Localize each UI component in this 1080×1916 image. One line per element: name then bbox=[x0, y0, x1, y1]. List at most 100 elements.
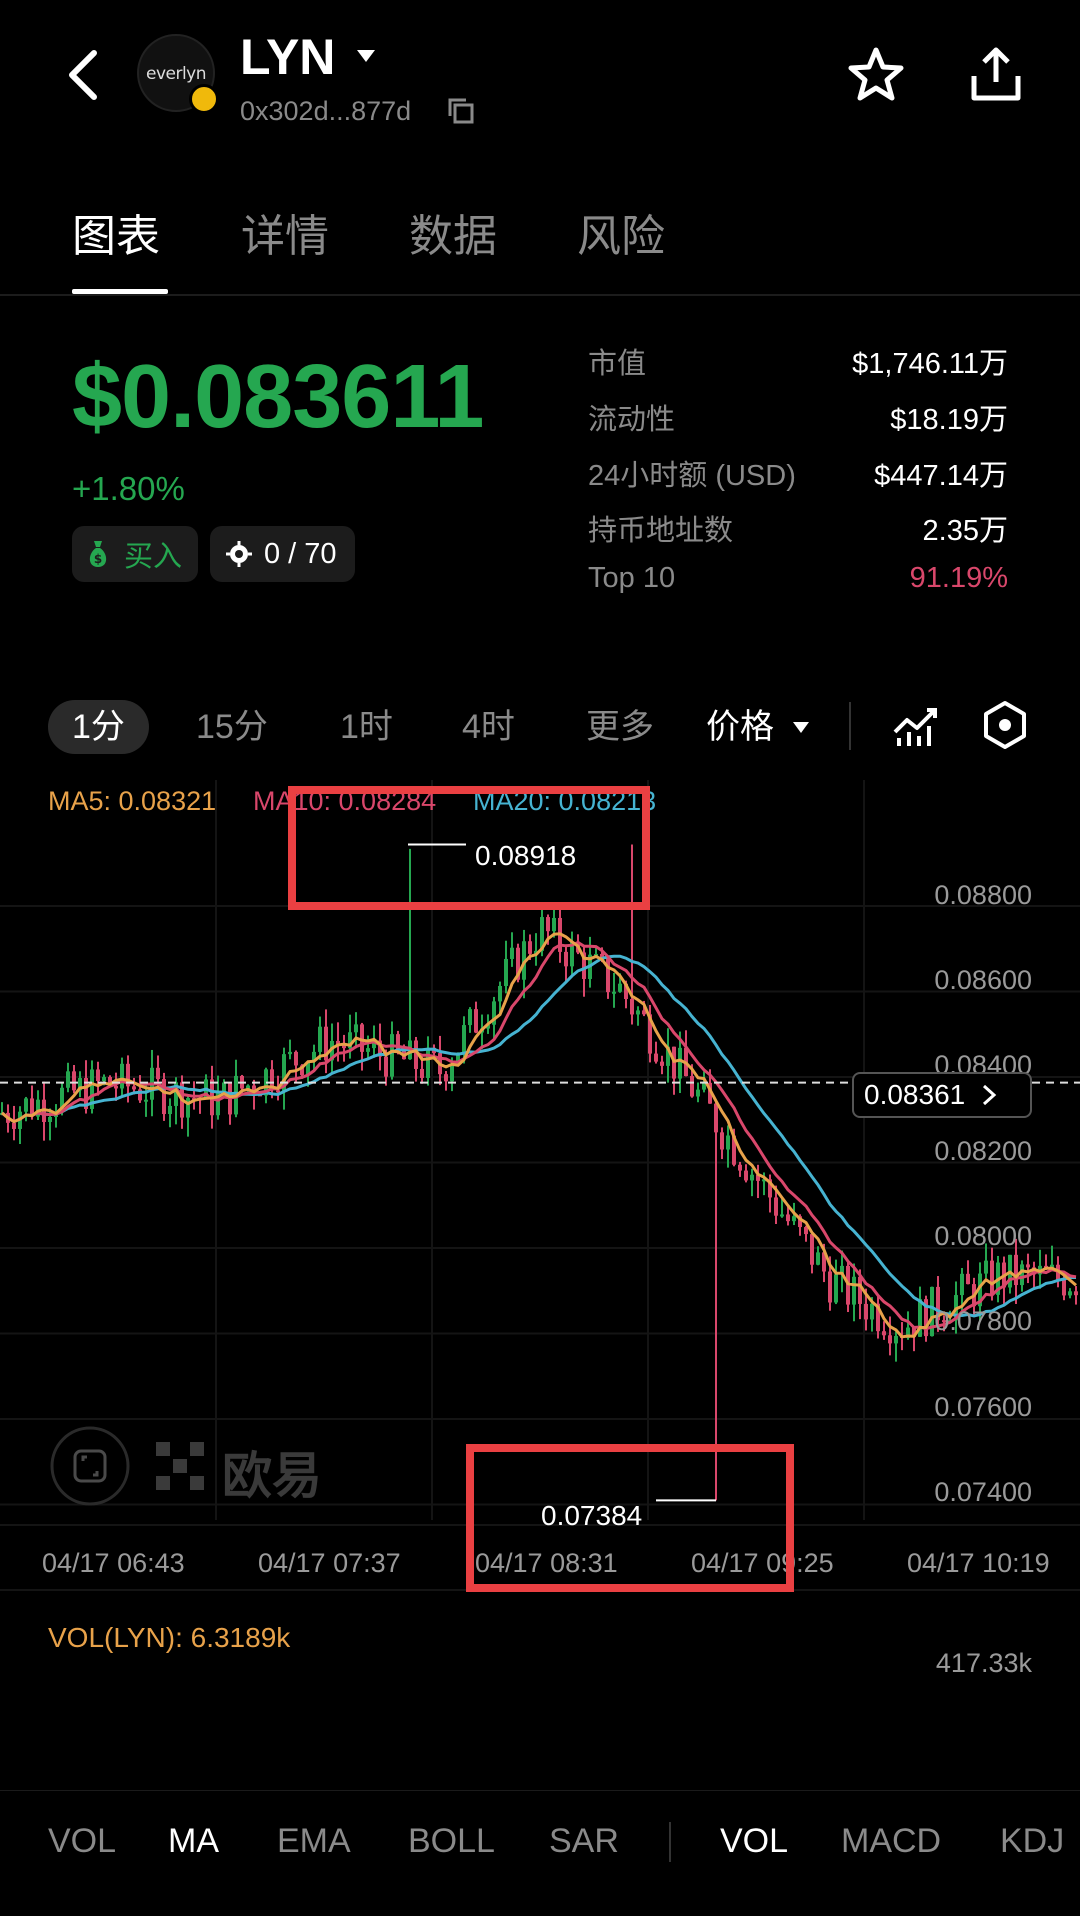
candle-body bbox=[474, 1009, 478, 1033]
current-price-marker-value: 0.08361 bbox=[864, 1079, 966, 1110]
share-icon[interactable] bbox=[966, 42, 1026, 104]
candle-body bbox=[834, 1274, 838, 1303]
stat-label-24h-volume: 24小时额 (USD) bbox=[588, 460, 796, 492]
current-price-marker[interactable]: 0.08361 bbox=[852, 1072, 1032, 1118]
interval-more[interactable]: 更多 bbox=[586, 700, 654, 754]
fullscreen-icon[interactable] bbox=[50, 1426, 166, 1506]
interval-15m[interactable]: 15分 bbox=[196, 700, 268, 754]
candle-body bbox=[66, 1071, 70, 1088]
back-icon[interactable] bbox=[60, 45, 108, 105]
candle-body bbox=[318, 1026, 322, 1052]
candle-body bbox=[864, 1303, 868, 1320]
candle-body bbox=[654, 1053, 658, 1062]
highlight-box-low bbox=[466, 1444, 794, 1592]
candle-body bbox=[1020, 1264, 1024, 1286]
candle-body bbox=[162, 1079, 166, 1115]
volume-max: 417.33k bbox=[935, 1648, 1032, 1678]
candle-body bbox=[990, 1260, 994, 1295]
tab-chart[interactable]: 图表 bbox=[72, 200, 160, 264]
caret-down-icon[interactable] bbox=[355, 48, 377, 64]
indicator-vol[interactable]: VOL bbox=[48, 1822, 116, 1861]
candle-body bbox=[870, 1303, 874, 1320]
candle-body bbox=[48, 1117, 52, 1122]
interval-1h[interactable]: 1时 bbox=[340, 700, 393, 754]
star-icon[interactable] bbox=[846, 45, 906, 105]
indicator-sar[interactable]: SAR bbox=[549, 1822, 619, 1861]
y-tick-label: 0.08200 bbox=[934, 1136, 1032, 1166]
candle-body bbox=[720, 1132, 724, 1150]
candle-body bbox=[498, 986, 502, 1002]
ma5-line bbox=[1, 932, 1077, 1339]
candle-body bbox=[450, 1065, 454, 1082]
stat-value-top10: 91.19% bbox=[909, 562, 1008, 594]
candle-body bbox=[354, 1024, 358, 1033]
watermark-text: 欧易 bbox=[222, 1448, 322, 1504]
chevron-right-icon bbox=[983, 1084, 997, 1106]
candle-body bbox=[984, 1260, 988, 1274]
price-change: +1.80% bbox=[72, 470, 185, 507]
bnb-chain-icon bbox=[189, 84, 219, 114]
price-type-dropdown[interactable]: 价格 bbox=[706, 700, 774, 754]
indicator-chart-icon[interactable] bbox=[893, 702, 939, 748]
candle-body bbox=[72, 1071, 76, 1091]
y-tick-label: 0.08600 bbox=[934, 965, 1032, 995]
stat-label-holders: 持币地址数 bbox=[588, 515, 734, 547]
copy-icon[interactable] bbox=[446, 96, 476, 126]
candle-body bbox=[12, 1122, 16, 1129]
candle-body bbox=[678, 1047, 682, 1079]
candle-body bbox=[156, 1067, 160, 1080]
highlight-box-high bbox=[288, 786, 650, 910]
candle-body bbox=[294, 1051, 298, 1066]
candle-body bbox=[420, 1068, 424, 1078]
tab-divider bbox=[0, 294, 1080, 296]
candle-body bbox=[366, 1048, 370, 1052]
indicator-ema[interactable]: EMA bbox=[277, 1822, 351, 1861]
indicator-sub-vol[interactable]: VOL bbox=[720, 1822, 788, 1861]
candle-body bbox=[462, 1025, 466, 1053]
stat-value-holders: 2.35万 bbox=[922, 515, 1008, 547]
candle-body bbox=[168, 1105, 172, 1115]
candle-body bbox=[858, 1276, 862, 1304]
ma20-line bbox=[1, 954, 1076, 1318]
candle-body bbox=[468, 1009, 472, 1026]
candle-body bbox=[120, 1063, 124, 1089]
token-logo: everlyn bbox=[137, 34, 219, 114]
x-tick-label: 04/17 10:19 bbox=[907, 1548, 1050, 1578]
tab-data[interactable]: 数据 bbox=[409, 200, 497, 264]
candle-body bbox=[1026, 1264, 1030, 1268]
settings-hexagon-icon[interactable] bbox=[982, 700, 1028, 750]
interval-1m[interactable]: 1分 bbox=[48, 700, 149, 754]
tab-details[interactable]: 详情 bbox=[241, 200, 329, 264]
indicator-macd[interactable]: MACD bbox=[841, 1822, 941, 1861]
ma5-legend: MA5: 0.08321 bbox=[48, 786, 217, 816]
candle-body bbox=[792, 1216, 796, 1222]
candle-body bbox=[618, 983, 622, 992]
candle-body bbox=[528, 941, 532, 954]
buy-button[interactable]: $ 买入 bbox=[72, 526, 198, 582]
candle-body bbox=[1074, 1291, 1078, 1296]
smart-holders-chip[interactable]: 0 / 70 bbox=[210, 526, 355, 582]
y-tick-label: 0.07400 bbox=[934, 1477, 1032, 1507]
indicator-kdj[interactable]: KDJ bbox=[1000, 1822, 1064, 1861]
candle-body bbox=[714, 1103, 718, 1133]
stat-label-liquidity: 流动性 bbox=[588, 404, 676, 436]
candle-body bbox=[894, 1335, 898, 1344]
token-name[interactable]: LYN bbox=[240, 28, 335, 86]
candle-body bbox=[696, 1089, 700, 1097]
candle-body bbox=[636, 1010, 640, 1015]
stat-value-market-cap: $1,746.11万 bbox=[852, 348, 1008, 380]
stat-value-liquidity: $18.19万 bbox=[890, 404, 1008, 436]
candle-body bbox=[1014, 1254, 1018, 1286]
candle-body bbox=[810, 1234, 814, 1265]
interval-4h[interactable]: 4时 bbox=[462, 700, 515, 754]
candle-body bbox=[612, 991, 616, 994]
x-tick-label: 04/17 06:43 bbox=[42, 1548, 185, 1578]
candle-body bbox=[564, 951, 568, 967]
caret-down-icon[interactable] bbox=[792, 721, 810, 734]
tab-risk[interactable]: 风险 bbox=[577, 200, 665, 264]
indicator-boll[interactable]: BOLL bbox=[408, 1822, 495, 1861]
indicator-ma[interactable]: MA bbox=[168, 1822, 219, 1861]
candle-body bbox=[1062, 1280, 1066, 1296]
candle-body bbox=[690, 1076, 694, 1097]
candle-body bbox=[966, 1273, 970, 1285]
